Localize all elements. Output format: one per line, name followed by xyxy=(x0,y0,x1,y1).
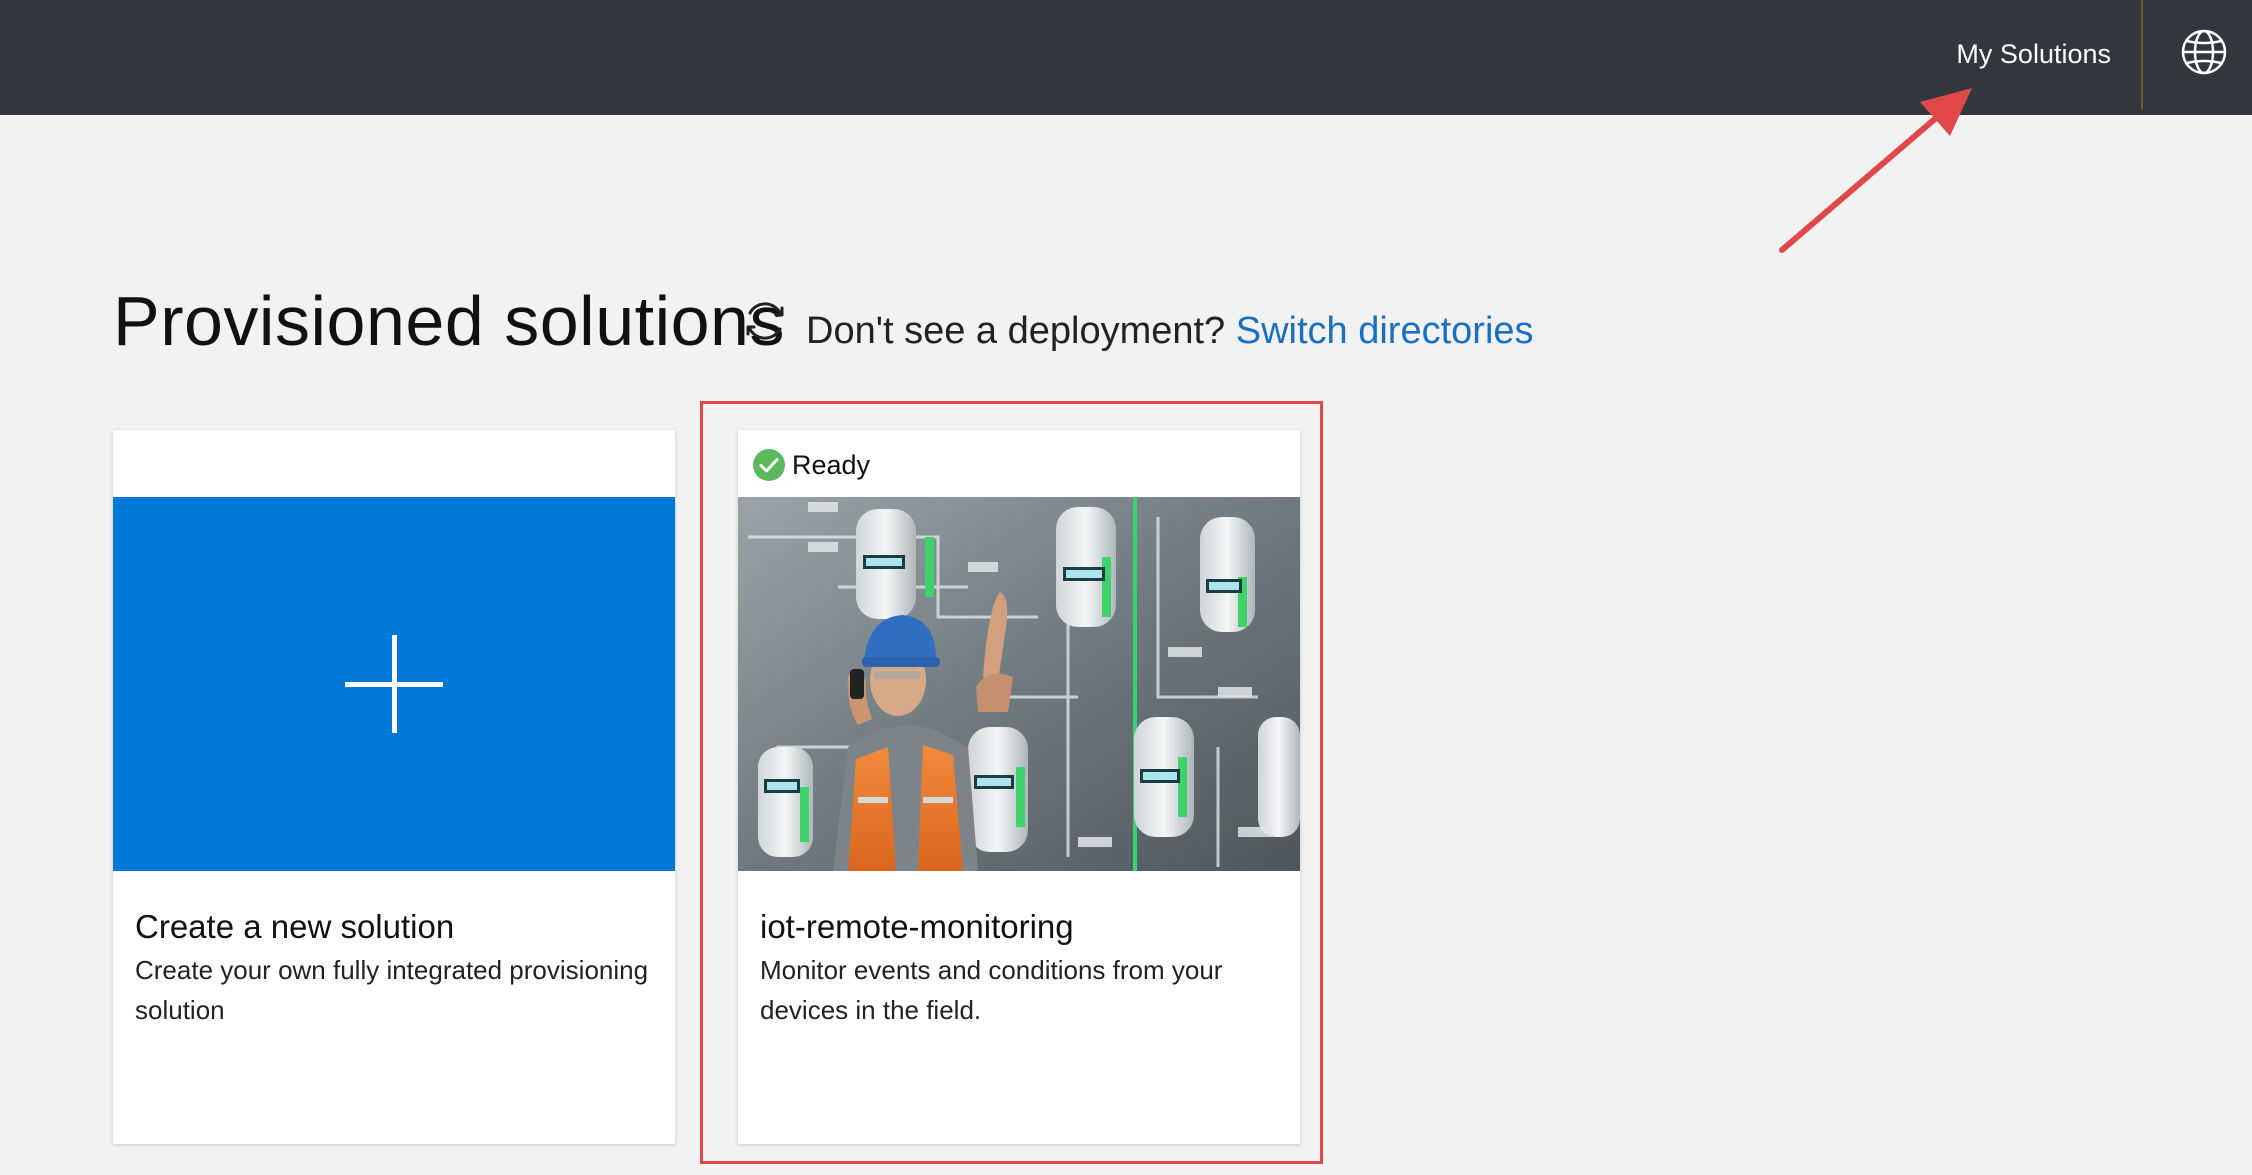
card-description: Monitor events and conditions from your … xyxy=(760,955,1223,1025)
status-badge: Ready xyxy=(752,448,870,482)
card-description: Create your own fully integrated provisi… xyxy=(135,955,649,1025)
top-bar: My Solutions xyxy=(0,0,2252,115)
nav-divider xyxy=(2141,0,2143,110)
page: My Solutions Provisioned solutions Don't… xyxy=(0,0,2252,1175)
create-solution-tile[interactable] xyxy=(113,497,675,871)
refresh-icon[interactable] xyxy=(740,296,790,346)
status-label: Ready xyxy=(792,450,871,480)
create-solution-card[interactable]: Create a new solution Create your own fu… xyxy=(113,430,675,1144)
globe-icon[interactable] xyxy=(2180,28,2228,76)
industrial-worker-photo xyxy=(738,497,1300,871)
card-title: iot-remote-monitoring xyxy=(760,908,1074,945)
my-solutions-link[interactable]: My Solutions xyxy=(1956,34,2111,74)
card-title: Create a new solution xyxy=(135,908,455,945)
solution-card[interactable]: Ready iot-remote-monitoring Monitor even… xyxy=(738,430,1300,1144)
directory-prompt: Don't see a deployment? xyxy=(806,310,1226,352)
directory-prompt-row: Don't see a deployment? Switch directori… xyxy=(806,306,1534,356)
plus-icon xyxy=(345,635,443,733)
switch-directories-link[interactable]: Switch directories xyxy=(1236,310,1534,352)
page-title: Provisioned solutions xyxy=(113,282,785,360)
check-circle-icon xyxy=(753,449,785,481)
